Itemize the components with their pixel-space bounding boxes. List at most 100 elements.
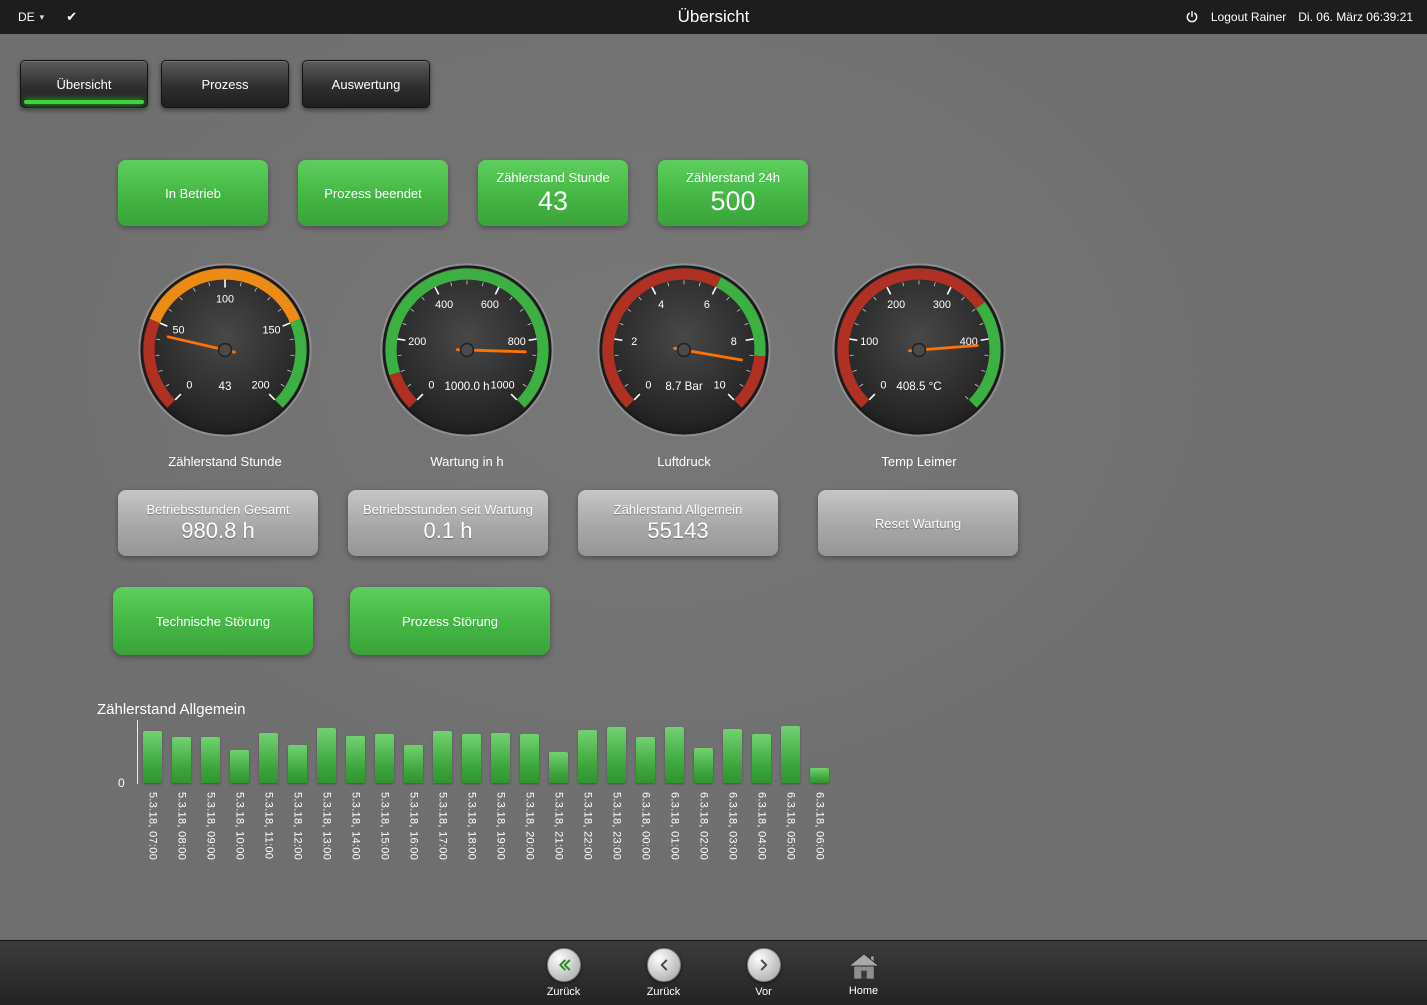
info-betriebsstunden-gesamt[interactable]: Betriebsstunden Gesamt 980.8 h: [118, 490, 318, 556]
svg-text:100: 100: [216, 293, 234, 305]
info-zaehlerstand-allgemein[interactable]: Zählerstand Allgemein 55143: [578, 490, 778, 556]
status-in-betrieb[interactable]: In Betrieb: [118, 160, 268, 226]
reset-wartung-button[interactable]: Reset Wartung: [818, 490, 1018, 556]
status-value: 500: [710, 186, 755, 216]
chevron-left-icon: [647, 948, 681, 982]
check-icon[interactable]: ✔: [66, 9, 77, 25]
chart-bar: [375, 734, 394, 783]
chart-x-tick-label: 6.3.18, 01:00: [669, 792, 681, 887]
chart-bar: [636, 737, 655, 783]
svg-text:100: 100: [860, 336, 878, 348]
top-bar: DE ▾ ✔ Übersicht Logout Rainer Di. 06. M…: [0, 0, 1427, 34]
svg-text:0: 0: [186, 379, 192, 391]
chart-x-tick-label: 6.3.18, 03:00: [727, 792, 739, 887]
back-fast-button[interactable]: Zurück: [535, 948, 593, 998]
chart-bar-wrap: [370, 721, 399, 783]
status-label: Zählerstand 24h: [686, 170, 780, 185]
tab-bar: Übersicht Prozess Auswertung: [20, 60, 430, 108]
back-button[interactable]: Zurück: [635, 948, 693, 998]
chart-bars: 5.3.18, 07:005.3.18, 08:005.3.18, 09:005…: [138, 721, 834, 887]
chart-bar-wrap: [254, 721, 283, 783]
chart-bar: [230, 750, 249, 783]
chart-bar-cell: 5.3.18, 11:00: [254, 721, 283, 887]
caret-down-icon: ▾: [40, 12, 45, 23]
chart-bar-cell: 5.3.18, 09:00: [196, 721, 225, 887]
chart-bar: [433, 731, 452, 783]
svg-text:150: 150: [263, 325, 281, 337]
chart-bar-wrap: [602, 721, 631, 783]
chart-y-zero-label: 0: [118, 776, 125, 790]
chart-x-tick-label: 5.3.18, 14:00: [350, 792, 362, 887]
page-title: Übersicht: [678, 7, 750, 27]
chart-bar-cell: 5.3.18, 22:00: [573, 721, 602, 887]
gauge-dial: 020040060080010001000.0 h: [379, 262, 555, 443]
chart-x-tick-label: 5.3.18, 11:00: [263, 792, 275, 887]
chart-x-tick-label: 6.3.18, 04:00: [756, 792, 768, 887]
gauge-temp-leimer: 0100200300400408.5 °C Temp Leimer: [831, 262, 1007, 469]
chart-bar-cell: 5.3.18, 10:00: [225, 721, 254, 887]
forward-button[interactable]: Vor: [735, 948, 793, 998]
chart-bar-wrap: [196, 721, 225, 783]
info-value: 980.8 h: [181, 518, 254, 544]
svg-text:10: 10: [714, 379, 726, 391]
gauge-caption: Luftdruck: [596, 454, 772, 469]
status-row: In Betrieb Prozess beendet Zählerstand S…: [118, 160, 808, 226]
tab-prozess[interactable]: Prozess: [161, 60, 289, 108]
tab-uebersicht[interactable]: Übersicht: [20, 60, 148, 108]
status-value: 43: [538, 186, 568, 216]
svg-text:1000: 1000: [491, 379, 515, 391]
chart-bar-wrap: [428, 721, 457, 783]
chart-bar-cell: 5.3.18, 20:00: [515, 721, 544, 887]
chart-bar-cell: 5.3.18, 19:00: [486, 721, 515, 887]
chart-bar: [781, 726, 800, 783]
tab-auswertung[interactable]: Auswertung: [302, 60, 430, 108]
chart-x-tick-label: 5.3.18, 08:00: [176, 792, 188, 887]
chart-bar: [665, 727, 684, 783]
chart-bar: [752, 734, 771, 783]
chart-bar-cell: 5.3.18, 08:00: [167, 721, 196, 887]
language-label: DE: [18, 10, 35, 24]
chart-bar-wrap: [457, 721, 486, 783]
svg-text:2: 2: [631, 336, 637, 348]
chart-bar-cell: 6.3.18, 02:00: [689, 721, 718, 887]
chart-bar: [259, 733, 278, 783]
technische-stoerung-button[interactable]: Technische Störung: [113, 587, 313, 655]
svg-text:200: 200: [252, 379, 270, 391]
info-value: 55143: [647, 518, 708, 544]
svg-text:400: 400: [435, 299, 453, 311]
chart-x-tick-label: 5.3.18, 13:00: [321, 792, 333, 887]
chart-bar-wrap: [225, 721, 254, 783]
gauge-caption: Zählerstand Stunde: [137, 454, 313, 469]
home-button[interactable]: Home: [835, 949, 893, 997]
status-zaehlerstand-stunde[interactable]: Zählerstand Stunde 43: [478, 160, 628, 226]
language-selector[interactable]: DE ▾: [18, 10, 44, 24]
chart-bar-cell: 5.3.18, 18:00: [457, 721, 486, 887]
svg-text:50: 50: [172, 325, 184, 337]
svg-text:43: 43: [219, 380, 232, 393]
gauge-caption: Temp Leimer: [831, 454, 1007, 469]
status-prozess-beendet[interactable]: Prozess beendet: [298, 160, 448, 226]
top-bar-left: DE ▾ ✔: [0, 9, 77, 25]
chart-bar-wrap: [399, 721, 428, 783]
chart-x-tick-label: 5.3.18, 10:00: [234, 792, 246, 887]
logout-link[interactable]: Logout Rainer: [1211, 10, 1286, 24]
gauge-wartung: 020040060080010001000.0 h Wartung in h: [379, 262, 555, 469]
alert-label: Prozess Störung: [402, 614, 498, 629]
chart-x-tick-label: 6.3.18, 05:00: [785, 792, 797, 887]
chart-bar-wrap: [167, 721, 196, 783]
chart-bar-cell: 6.3.18, 04:00: [747, 721, 776, 887]
power-icon[interactable]: [1185, 10, 1199, 24]
chart-bar-cell: 6.3.18, 03:00: [718, 721, 747, 887]
prozess-stoerung-button[interactable]: Prozess Störung: [350, 587, 550, 655]
nav-label: Home: [849, 985, 878, 997]
chart-bar: [810, 768, 829, 783]
chart-bar-wrap: [486, 721, 515, 783]
status-zaehlerstand-24h[interactable]: Zählerstand 24h 500: [658, 160, 808, 226]
chart-bar-cell: 6.3.18, 01:00: [660, 721, 689, 887]
svg-text:1000.0 h: 1000.0 h: [444, 380, 489, 393]
svg-text:200: 200: [408, 336, 426, 348]
info-betriebsstunden-seit-wartung[interactable]: Betriebsstunden seit Wartung 0.1 h: [348, 490, 548, 556]
info-label: Zählerstand Allgemein: [614, 502, 743, 517]
datetime-label: Di. 06. März 06:39:21: [1298, 10, 1413, 24]
chart-bar-cell: 5.3.18, 13:00: [312, 721, 341, 887]
